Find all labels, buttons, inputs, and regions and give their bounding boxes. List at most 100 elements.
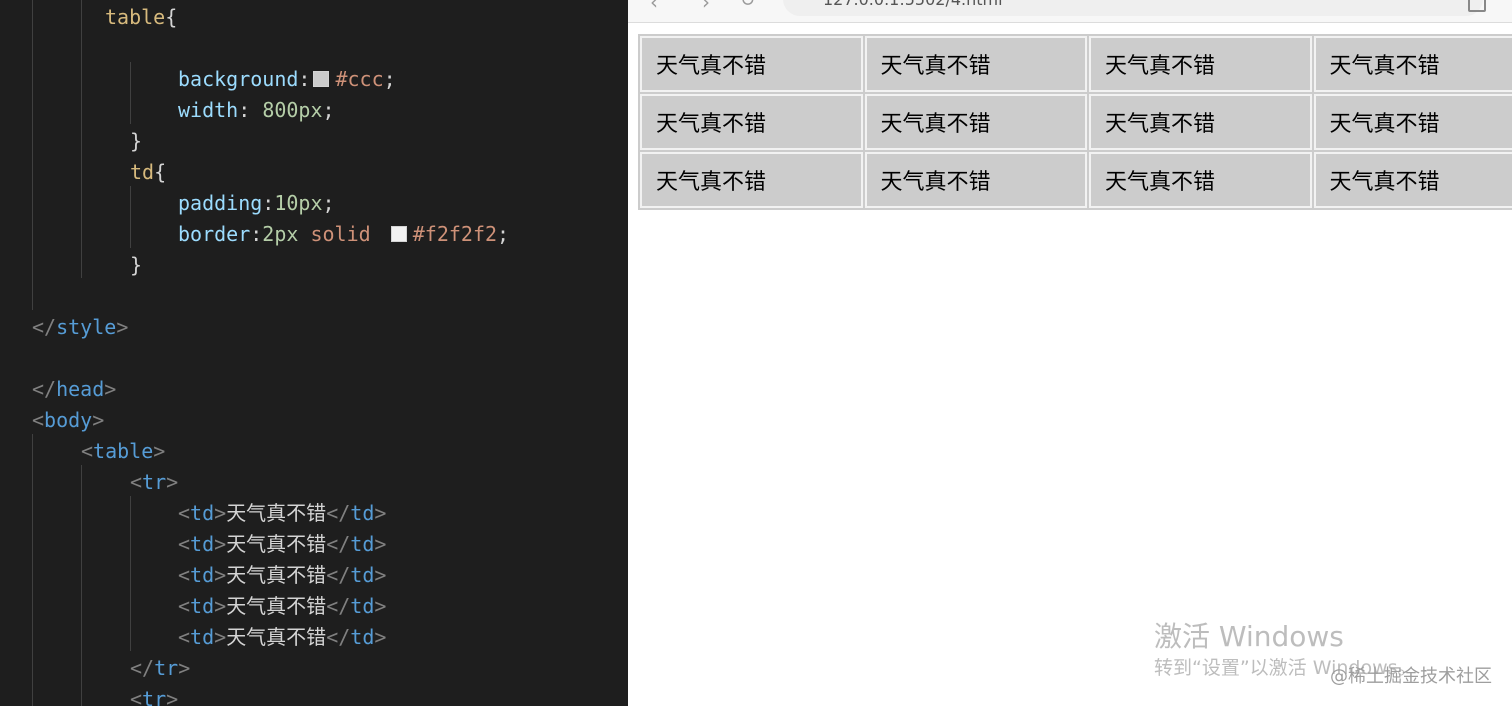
cell-text: 天气真不错	[226, 625, 327, 649]
tag-bracket: >	[374, 501, 387, 525]
code-line[interactable]: width: 800px;	[178, 95, 335, 126]
css-selector: td	[130, 160, 155, 184]
tag-bracket: >	[116, 315, 129, 339]
watermark-title: 激活 Windows	[1154, 620, 1344, 653]
code-line[interactable]: <tr>	[130, 684, 178, 706]
tag-bracket: </	[32, 377, 57, 401]
tag-bracket: </	[130, 656, 155, 680]
code-line[interactable]: <td>天气真不错</td>	[178, 622, 386, 653]
tag-name: td	[350, 563, 375, 587]
brace: {	[154, 160, 167, 184]
color-swatch[interactable]	[313, 71, 330, 87]
tag-name: head	[56, 377, 105, 401]
colon: :	[250, 222, 263, 246]
table-cell: 天气真不错	[1313, 152, 1512, 208]
tag-bracket: </	[326, 625, 351, 649]
indent-guide	[130, 62, 131, 124]
css-value: 10px	[274, 191, 323, 215]
code-line[interactable]: </head>	[32, 374, 116, 405]
tag-bracket: >	[214, 594, 227, 618]
tag-bracket: </	[326, 501, 351, 525]
code-line[interactable]: <tr>	[130, 467, 178, 498]
tag-bracket: >	[374, 625, 387, 649]
cell-text: 天气真不错	[226, 501, 327, 525]
semicolon: ;	[497, 222, 510, 246]
table-cell: 天气真不错	[864, 94, 1087, 150]
code-editor[interactable]: table{ background: #ccc; width: 800px; } …	[0, 0, 628, 706]
forward-arrow-icon[interactable]: ›	[702, 0, 710, 14]
tag-name: td	[190, 501, 215, 525]
reload-icon[interactable]: ↻	[740, 0, 755, 11]
browser-window: ‹ › ↻ 127.0.0.1:5502/4.html 天气真不错 天气真不错 …	[628, 0, 1512, 706]
table-cell: 天气真不错	[640, 94, 863, 150]
code-line[interactable]: padding:10px;	[178, 188, 335, 219]
table-cell: 天气真不错	[1089, 94, 1312, 150]
tag-bracket: <	[81, 439, 94, 463]
tag-bracket: >	[214, 563, 227, 587]
css-value: #f2f2f2	[412, 222, 498, 246]
css-selector: table	[105, 5, 166, 29]
code-line[interactable]: background: #ccc;	[178, 64, 396, 95]
table-cell: 天气真不错	[640, 36, 863, 92]
code-line[interactable]: border:2px solid #f2f2f2;	[178, 219, 509, 250]
css-property: background	[178, 67, 299, 91]
table-row: 天气真不错 天气真不错 天气真不错 天气真不错	[640, 36, 1512, 92]
code-line[interactable]: table{	[105, 2, 177, 33]
tag-name: td	[190, 625, 215, 649]
tag-name: tr	[142, 687, 167, 706]
indent-guide	[32, 434, 33, 706]
code-line[interactable]: <td>天气真不错</td>	[178, 498, 386, 529]
tag-bracket: >	[166, 470, 179, 494]
table-cell: 天气真不错	[640, 152, 863, 208]
extension-icon[interactable]	[1468, 0, 1486, 12]
code-line[interactable]: td{	[130, 157, 166, 188]
address-bar[interactable]: 127.0.0.1:5502/4.html	[783, 0, 1483, 16]
code-line[interactable]: <body>	[32, 405, 104, 436]
color-swatch[interactable]	[390, 226, 407, 242]
code-line[interactable]: <td>天气真不错</td>	[178, 591, 386, 622]
table-cell: 天气真不错	[864, 152, 1087, 208]
tag-bracket: <	[178, 625, 191, 649]
tag-name: td	[350, 532, 375, 556]
tag-name: body	[44, 408, 93, 432]
code-line[interactable]: </style>	[32, 312, 128, 343]
code-line[interactable]: }	[130, 250, 142, 281]
table-cell: 天气真不错	[1313, 36, 1512, 92]
brace: {	[165, 5, 178, 29]
table-row: 天气真不错 天气真不错 天气真不错 天气真不错	[640, 152, 1512, 208]
indent-guide	[81, 0, 82, 278]
tag-name: style	[56, 315, 117, 339]
tag-bracket: >	[374, 532, 387, 556]
code-line[interactable]: <table>	[81, 436, 165, 467]
tag-name: tr	[142, 470, 167, 494]
tag-bracket: >	[214, 532, 227, 556]
tag-name: td	[190, 563, 215, 587]
cell-text: 天气真不错	[226, 594, 327, 618]
tag-bracket: <	[178, 594, 191, 618]
cell-text: 天气真不错	[226, 532, 327, 556]
tag-bracket: >	[153, 439, 166, 463]
tag-bracket: <	[178, 532, 191, 556]
code-line[interactable]: <td>天气真不错</td>	[178, 560, 386, 591]
code-line[interactable]: }	[130, 126, 142, 157]
semicolon: ;	[383, 67, 396, 91]
tag-bracket: <	[178, 563, 191, 587]
tag-bracket: <	[32, 408, 45, 432]
tag-name: td	[350, 594, 375, 618]
tag-bracket: >	[374, 594, 387, 618]
code-line[interactable]: </tr>	[130, 653, 190, 684]
semicolon: ;	[322, 98, 335, 122]
css-value: 2px	[262, 222, 299, 246]
indent-guide	[130, 186, 131, 248]
tag-bracket: >	[92, 408, 105, 432]
code-line[interactable]: <td>天气真不错</td>	[178, 529, 386, 560]
tag-name: tr	[154, 656, 179, 680]
tag-name: table	[93, 439, 154, 463]
tag-bracket: <	[178, 501, 191, 525]
tag-bracket: >	[178, 656, 191, 680]
back-arrow-icon[interactable]: ‹	[650, 0, 658, 14]
css-value: 800px	[262, 98, 323, 122]
tag-bracket: </	[326, 594, 351, 618]
tag-bracket: </	[32, 315, 57, 339]
browser-toolbar: ‹ › ↻ 127.0.0.1:5502/4.html	[628, 0, 1512, 23]
